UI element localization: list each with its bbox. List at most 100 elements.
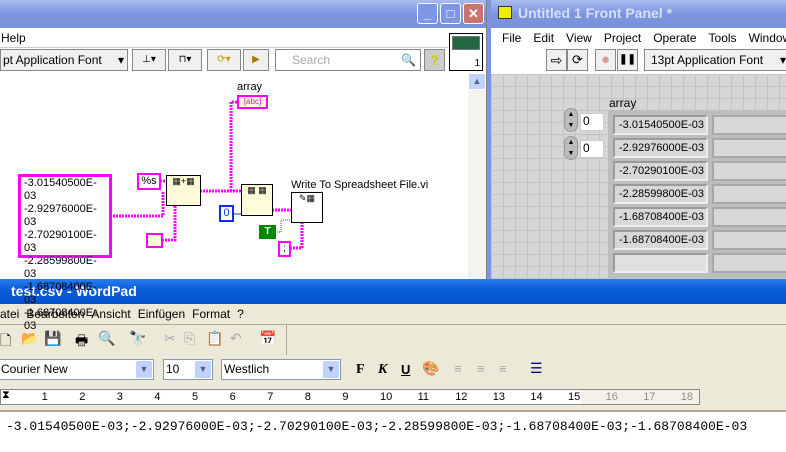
format-string-constant[interactable]: %s xyxy=(137,173,161,190)
chevron-down-icon[interactable]: ▼ xyxy=(136,361,152,378)
print-icon[interactable]: 🖶 xyxy=(75,330,88,354)
index-input[interactable]: 0 xyxy=(580,113,604,131)
array-element[interactable]: -2.70290100E-03 xyxy=(24,229,106,255)
menu-view[interactable]: View xyxy=(566,31,592,45)
chevron-down-icon[interactable]: ▼ xyxy=(323,361,339,378)
format-into-string-node[interactable]: ▦+▦ xyxy=(166,175,201,206)
index-spinner-2[interactable]: ▲ ▼ xyxy=(564,136,578,160)
menu-help[interactable]: ? xyxy=(237,307,244,321)
ruler-number: 12 xyxy=(455,391,468,403)
menu-tools[interactable]: Tools xyxy=(709,31,737,45)
menu-edit[interactable]: Edit xyxy=(533,31,554,45)
find-icon[interactable]: 🔭 xyxy=(129,330,146,347)
bold-button[interactable]: F xyxy=(356,362,365,378)
ruler-number: 9 xyxy=(342,391,349,403)
array-cell-empty[interactable] xyxy=(712,230,786,250)
menu-datei[interactable]: atei xyxy=(0,307,19,321)
ruler-number: 6 xyxy=(229,391,236,403)
array-cell[interactable]: -2.28599800E-03 xyxy=(613,184,708,204)
array-cell-empty[interactable] xyxy=(712,207,786,227)
ruler[interactable]: ⧗ 123456789101112131415161718 xyxy=(0,389,700,405)
menu-einfuegen[interactable]: Einfügen xyxy=(138,307,185,321)
cut-icon[interactable]: ✂ xyxy=(164,330,176,347)
align-right-icon[interactable]: ≡ xyxy=(499,361,507,376)
ruler-number: 1 xyxy=(41,391,48,403)
align-center-icon[interactable]: ≡ xyxy=(477,361,485,376)
array-cell-empty[interactable] xyxy=(712,184,786,204)
array-label: array xyxy=(609,96,637,110)
array-cell-empty[interactable] xyxy=(613,253,708,273)
title-bar: Untitled 1 Front Panel * xyxy=(491,0,786,28)
ruler-number: 7 xyxy=(267,391,274,403)
menu-window[interactable]: Window xyxy=(749,31,786,45)
font-label: 13pt Application Font xyxy=(651,53,764,67)
script-value: Westlich xyxy=(224,362,270,376)
ruler-number: 3 xyxy=(116,391,123,403)
bullets-icon[interactable]: ☰ xyxy=(530,360,543,377)
array-cell[interactable]: -2.92976000E-03 xyxy=(613,138,708,158)
ruler-number: 4 xyxy=(154,391,161,403)
run-continuously-button[interactable]: ⟳ xyxy=(567,49,588,71)
ruler-number: 11 xyxy=(417,391,430,403)
menu-project[interactable]: Project xyxy=(604,31,641,45)
ruler-number: 13 xyxy=(492,391,506,403)
delimiter-constant[interactable]: ; xyxy=(278,241,291,257)
insert-datetime-icon[interactable]: 📅 xyxy=(259,330,276,347)
scroll-up-button[interactable]: ▲ xyxy=(468,73,486,90)
window-title: Untitled 1 Front Panel * xyxy=(518,5,673,21)
zero-constant[interactable]: 0 xyxy=(219,205,234,222)
array-element[interactable]: -2.92976000E-03 xyxy=(24,203,106,229)
ruler-number: 5 xyxy=(192,391,199,403)
color-icon[interactable]: 🎨 xyxy=(422,360,439,377)
array-element[interactable]: -3.01540500E-03 xyxy=(24,177,106,203)
array-element[interactable]: -1.68708400E-03 xyxy=(24,307,106,333)
vertical-scrollbar[interactable]: ▲ xyxy=(468,73,486,280)
array-constant[interactable]: -3.01540500E-03 -2.92976000E-03 -2.70290… xyxy=(18,174,112,332)
array-indicator[interactable]: [abc] xyxy=(237,95,268,109)
ruler-number: 15 xyxy=(568,391,581,403)
menu-file[interactable]: File xyxy=(502,31,521,45)
array-cell-empty[interactable] xyxy=(712,161,786,181)
write-spreadsheet-node[interactable]: ✎▦ xyxy=(291,192,323,223)
document-text[interactable]: -3.01540500E-03;-2.92976000E-03;-2.70290… xyxy=(6,419,747,434)
empty-string-constant[interactable] xyxy=(146,233,163,248)
font-select[interactable]: 13pt Application Font ▾ xyxy=(644,49,786,71)
menu-operate[interactable]: Operate xyxy=(653,31,696,45)
abort-button[interactable]: ● xyxy=(595,49,616,71)
index-spinner[interactable]: ▲ ▼ xyxy=(564,108,578,132)
array-cell[interactable]: -1.68708400E-03 xyxy=(613,230,708,250)
array-cell-empty[interactable] xyxy=(712,253,786,273)
align-left-icon[interactable]: ≡ xyxy=(454,361,462,376)
array-cell-empty[interactable] xyxy=(712,115,786,135)
size-combo[interactable]: 10 ▼ xyxy=(163,359,213,380)
undo-icon[interactable]: ↶ xyxy=(230,330,242,347)
copy-icon[interactable]: ⎘ xyxy=(184,330,195,347)
new-icon[interactable]: 🗋 xyxy=(0,330,11,354)
build-array-node[interactable]: ▦ ▦ xyxy=(241,184,273,216)
ruler-number: 2 xyxy=(79,391,86,403)
paste-icon[interactable]: 📋 xyxy=(206,330,223,347)
array-cell[interactable]: -3.01540500E-03 xyxy=(613,115,708,135)
italic-button[interactable]: K xyxy=(378,362,387,378)
menu-format[interactable]: Format xyxy=(192,307,230,321)
array-element[interactable]: -1.68708400E-03 xyxy=(24,281,106,307)
font-combo[interactable]: Courier New ▼ xyxy=(0,359,154,380)
index-input-2[interactable]: 0 xyxy=(580,140,604,158)
font-value: Courier New xyxy=(1,362,68,376)
chevron-down-icon[interactable]: ▼ xyxy=(195,361,211,378)
ruler-number: 10 xyxy=(380,391,393,403)
document-area[interactable]: -3.01540500E-03;-2.92976000E-03;-2.70290… xyxy=(0,410,786,452)
pause-button[interactable]: ❚❚ xyxy=(617,49,638,71)
array-element[interactable]: -2.28599800E-03 xyxy=(24,255,106,281)
labview-icon xyxy=(498,6,512,19)
array-cell[interactable]: -1.68708400E-03 xyxy=(613,207,708,227)
underline-button[interactable]: U xyxy=(401,362,410,377)
ruler-number: 14 xyxy=(530,391,543,403)
array-cell-empty[interactable] xyxy=(712,138,786,158)
true-constant[interactable]: T xyxy=(259,225,276,239)
run-button[interactable]: ⇨ xyxy=(546,49,567,71)
array-cell[interactable]: -2.70290100E-03 xyxy=(613,161,708,181)
script-combo[interactable]: Westlich ▼ xyxy=(221,359,341,380)
vi-icon-number: 1 xyxy=(474,58,480,69)
array-label: array xyxy=(237,81,263,93)
